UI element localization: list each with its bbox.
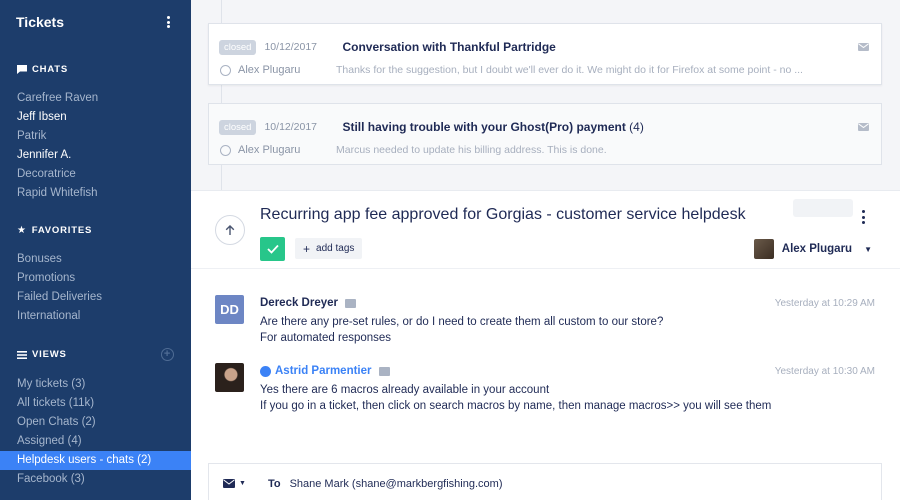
ticket-panel: Recurring app fee approved for Gorgias -… (191, 190, 900, 500)
user-icon (220, 144, 231, 156)
sidebar-item-helpdesk-users-chats[interactable]: Helpdesk users - chats (2) (0, 451, 191, 470)
sidebar-item-international[interactable]: International (17, 307, 174, 326)
add-tags-button[interactable]: + add tags (295, 238, 363, 259)
ticket-snippet: Marcus needed to update his billing addr… (336, 144, 607, 156)
chat-icon (378, 366, 390, 376)
chevron-down-icon: ▼ (864, 244, 872, 254)
ticket-date: 10/12/2017 (264, 41, 318, 53)
chat-icon (345, 298, 357, 308)
scroll-up-button[interactable] (215, 215, 245, 245)
sidebar-item-failed-deliveries[interactable]: Failed Deliveries (17, 288, 174, 307)
chats-heading: CHATS (17, 64, 174, 75)
sidebar-item-open-chats[interactable]: Open Chats (2) (17, 413, 174, 432)
list-icon (17, 350, 27, 359)
message: Astrid Parmentier Yesterday at 10:30 AM … (215, 363, 875, 412)
channel-selector[interactable]: ▼ (223, 479, 246, 488)
related-ticket-card[interactable]: closed 10/12/2017 Still having trouble w… (208, 103, 882, 165)
avatar: DD (215, 295, 244, 324)
ticket-date: 10/12/2017 (264, 121, 318, 133)
views-heading-label: VIEWS (32, 349, 67, 360)
favorites-heading-label: FAVORITES (31, 225, 93, 236)
sidebar-item-my-tickets[interactable]: My tickets (3) (17, 375, 174, 394)
ticket-more-icon[interactable] (862, 210, 866, 224)
sidebar-item-facebook[interactable]: Facebook (3) (17, 470, 174, 489)
message-line: If you go in a ticket, then click on sea… (260, 400, 772, 412)
message-line: Are there any pre-set rules, or do I nee… (260, 316, 664, 328)
sidebar-more-icon[interactable] (161, 15, 175, 29)
avatar (753, 239, 774, 259)
status-badge: closed (219, 119, 257, 135)
favorites-section: ★ FAVORITES Bonuses Promotions Failed De… (0, 225, 191, 326)
status-badge: closed (219, 39, 257, 55)
user-icon (220, 64, 231, 76)
arrow-up-icon (225, 224, 235, 235)
to-label: To (267, 477, 281, 490)
avatar (215, 363, 244, 392)
message-time: Yesterday at 10:30 AM (774, 365, 875, 377)
views-heading: VIEWS + (17, 348, 174, 361)
ticket-header: Recurring app fee approved for Gorgias -… (191, 191, 900, 269)
sidebar-item-rapid-whitefish[interactable]: Rapid Whitefish (17, 184, 174, 203)
blurred-element (793, 199, 853, 217)
message: DD Dereck Dreyer Yesterday at 10:29 AM A… (215, 295, 875, 344)
sidebar-header: Tickets (0, 0, 191, 44)
message-line: Yes there are 6 macros already available… (260, 384, 550, 396)
ticket-subject-text: Still having trouble with your Ghost(Pro… (342, 120, 626, 134)
sidebar-item-promotions[interactable]: Promotions (17, 269, 174, 288)
chats-heading-label: CHATS (32, 64, 69, 75)
close-ticket-button[interactable] (260, 237, 285, 261)
sidebar-item-jeff-ibsen[interactable]: Jeff Ibsen (17, 108, 174, 127)
chevron-down-icon: ▼ (239, 480, 246, 487)
add-view-icon[interactable]: + (161, 348, 174, 361)
sidebar-item-patrik[interactable]: Patrik (17, 127, 174, 146)
agent-user-icon (260, 365, 271, 377)
ticket-subject: Conversation with Thankful Partridge (342, 40, 555, 54)
star-icon: ★ (17, 225, 27, 236)
related-ticket-card[interactable]: closed 10/12/2017 Conversation with Than… (208, 23, 882, 85)
sidebar-item-decoratrice[interactable]: Decoratrice (17, 165, 174, 184)
sender-name[interactable]: Astrid Parmentier (275, 365, 372, 377)
sidebar-item-all-tickets[interactable]: All tickets (11k) (17, 394, 174, 413)
sender-name[interactable]: Dereck Dreyer (260, 297, 338, 309)
ticket-subject-title[interactable]: Recurring app fee approved for Gorgias -… (260, 206, 746, 224)
message-time: Yesterday at 10:29 AM (774, 297, 875, 309)
sidebar-item-jennifer-a[interactable]: Jennifer A. (17, 146, 174, 165)
add-tags-label: add tags (316, 243, 355, 254)
ticket-author: Alex Plugaru (238, 64, 301, 76)
check-icon (266, 244, 279, 254)
plus-icon: + (303, 241, 311, 256)
email-icon (858, 43, 869, 51)
ticket-author: Alex Plugaru (238, 144, 301, 156)
ticket-subject: Still having trouble with your Ghost(Pro… (342, 120, 643, 134)
views-section: VIEWS + My tickets (3) All tickets (11k)… (0, 348, 191, 489)
main-panel: closed 10/12/2017 Conversation with Than… (191, 0, 900, 500)
chat-bubble-icon (17, 65, 27, 74)
recipient-field[interactable]: Shane Mark (shane@markbergfishing.com) (290, 478, 503, 490)
message-count: (4) (629, 120, 644, 134)
sidebar-item-carefree-raven[interactable]: Carefree Raven (17, 89, 174, 108)
sidebar-item-bonuses[interactable]: Bonuses (17, 250, 174, 269)
chats-section: CHATS Carefree Raven Jeff Ibsen Patrik J… (0, 64, 191, 203)
email-icon (223, 479, 235, 488)
ticket-subject-text: Conversation with Thankful Partridge (342, 40, 556, 54)
sidebar: Tickets CHATS Carefree Raven Jeff Ibsen … (0, 0, 191, 500)
email-icon (858, 123, 869, 131)
sidebar-item-assigned[interactable]: Assigned (4) (17, 432, 174, 451)
sidebar-title: Tickets (16, 14, 64, 30)
favorites-heading: ★ FAVORITES (17, 225, 174, 236)
assignee-dropdown[interactable]: Alex Plugaru ▼ (753, 239, 872, 259)
assignee-name: Alex Plugaru (781, 243, 853, 255)
reply-composer: ▼ To Shane Mark (shane@markbergfishing.c… (208, 463, 882, 500)
ticket-snippet: Thanks for the suggestion, but I doubt w… (336, 64, 803, 76)
message-line: For automated responses (260, 332, 392, 344)
